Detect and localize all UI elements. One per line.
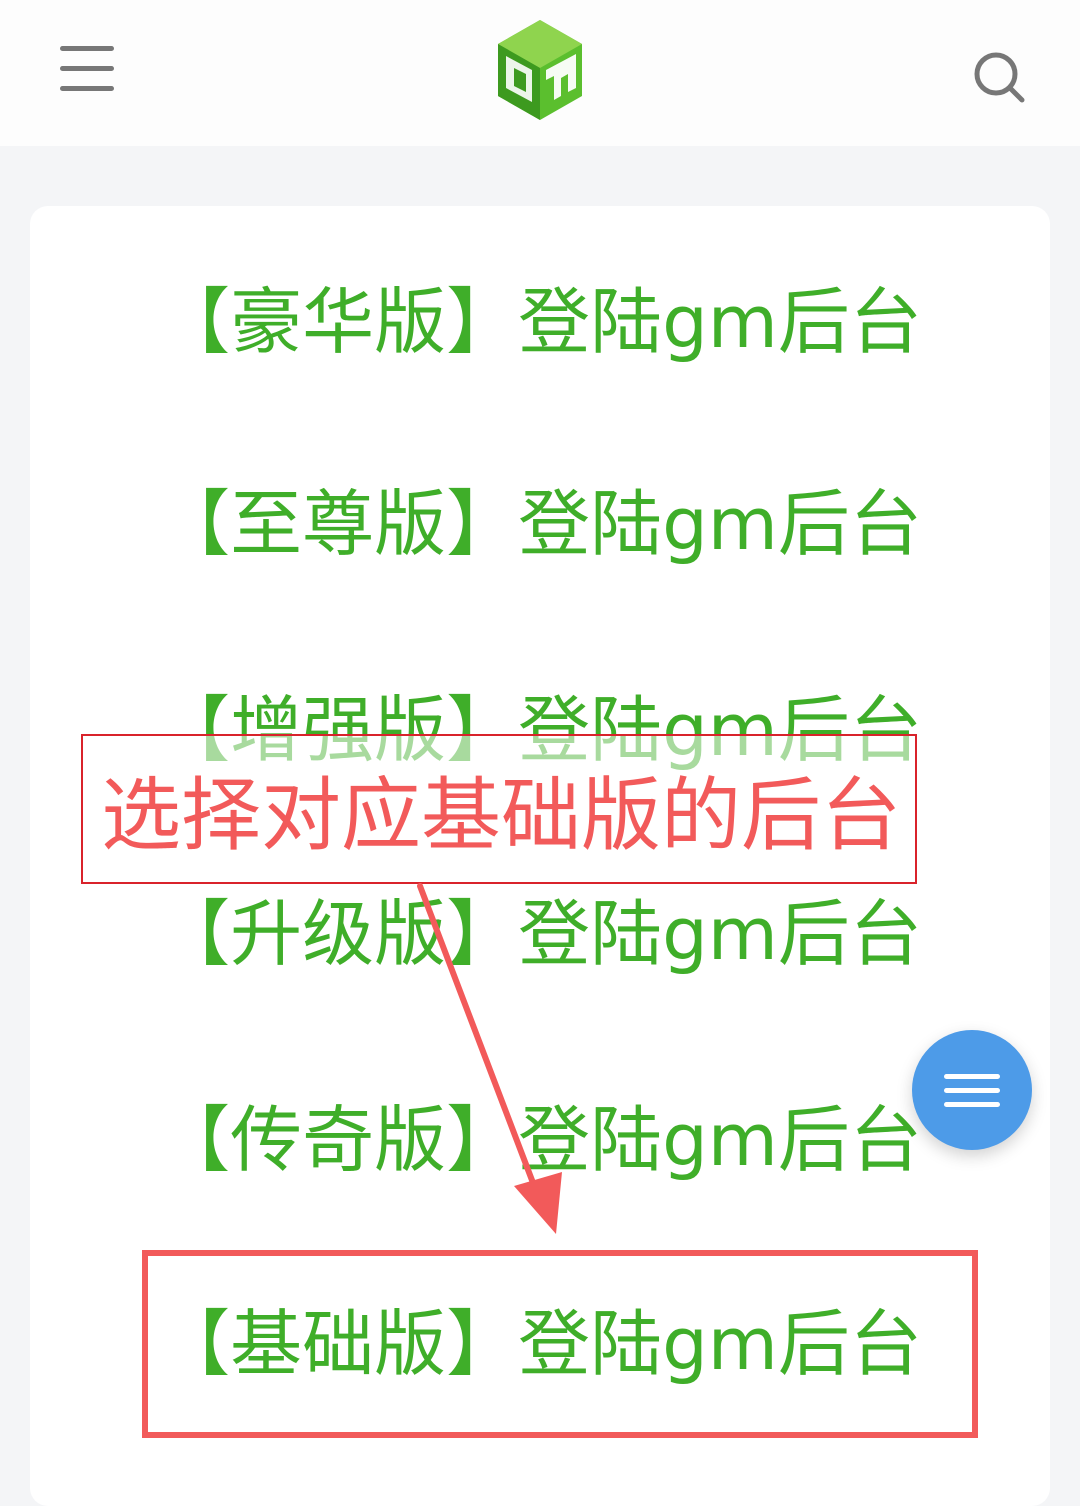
link-upgrade-gm-login[interactable]: 【升级版】登陆gm后台	[0, 884, 1080, 984]
link-deluxe-gm-login[interactable]: 【豪华版】登陆gm后台	[0, 272, 1080, 372]
search-icon[interactable]	[970, 48, 1026, 104]
gm-logo-icon[interactable]	[486, 16, 594, 124]
menu-lines-icon	[944, 1074, 1000, 1079]
annotation-highlight-box	[142, 1250, 978, 1438]
annotation-callout: 选择对应基础版的后台	[81, 734, 917, 884]
hamburger-menu-icon[interactable]	[56, 42, 118, 98]
floating-menu-button[interactable]	[912, 1030, 1032, 1150]
link-supreme-gm-login[interactable]: 【至尊版】登陆gm后台	[0, 474, 1080, 574]
annotation-callout-text: 选择对应基础版的后台	[101, 769, 901, 862]
top-bar	[0, 0, 1080, 146]
